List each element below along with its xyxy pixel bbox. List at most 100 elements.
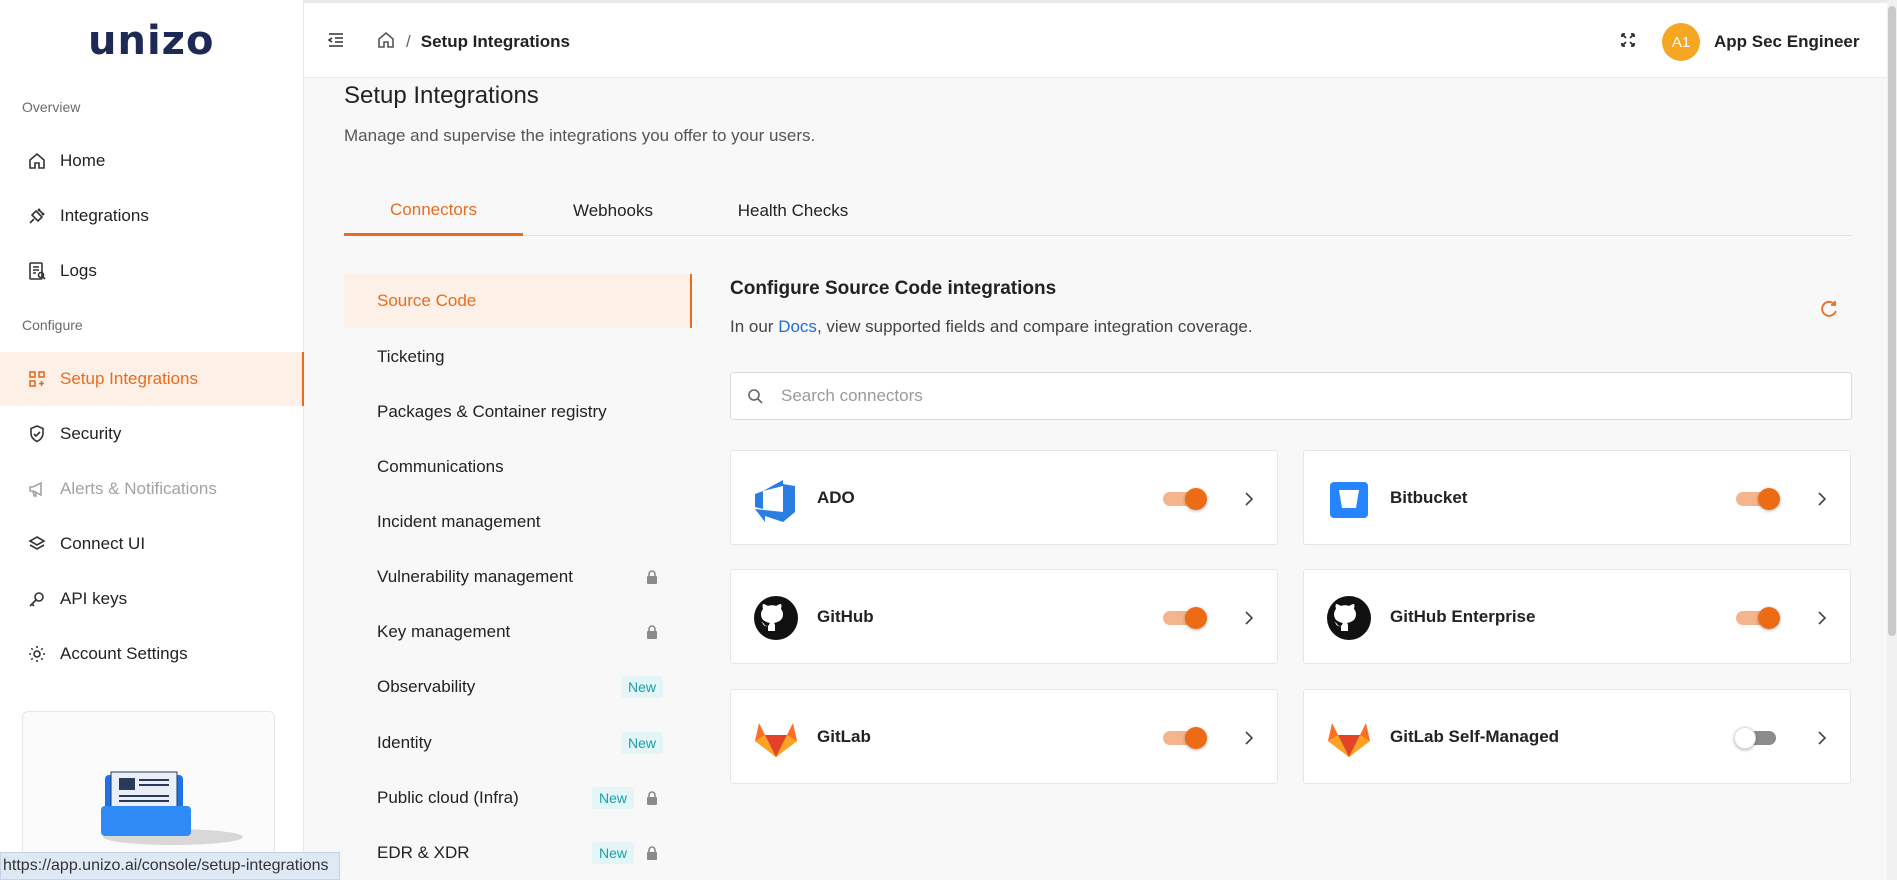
breadcrumb: / Setup Integrations — [376, 3, 570, 81]
collapse-sidebar-button[interactable] — [326, 3, 346, 81]
toggle-knob — [1758, 488, 1780, 510]
tab-health-checks[interactable]: Health Checks — [703, 186, 883, 236]
category-incident-management[interactable]: Incident management — [344, 495, 692, 549]
category-key-management[interactable]: Key management — [344, 605, 692, 659]
sidebar-item-label: Account Settings — [60, 644, 188, 663]
plug-icon — [26, 205, 48, 227]
docs-link[interactable]: Docs — [778, 317, 817, 336]
category-label: Vulnerability management — [377, 567, 573, 586]
gitlab-icon — [1328, 723, 1370, 757]
sidebar-item-home[interactable]: Home — [0, 134, 304, 188]
search-input[interactable] — [781, 386, 1781, 406]
sidebar-item-label: Security — [60, 424, 122, 443]
category-label: Source Code — [377, 291, 477, 310]
chevron-right-icon[interactable] — [1239, 728, 1259, 748]
connector-card-gitlab-self-managed[interactable]: GitLab Self-Managed — [1303, 689, 1851, 784]
user-menu[interactable]: A1 App Sec Engineer — [1662, 3, 1859, 81]
toggle-knob — [1185, 607, 1207, 629]
category-label: Packages & Container registry — [377, 402, 607, 421]
fullscreen-button[interactable] — [1618, 3, 1638, 81]
category-label: Identity — [377, 733, 432, 752]
toggle-knob — [1185, 727, 1207, 749]
desc-prefix: In our — [730, 317, 779, 336]
category-ticketing[interactable]: Ticketing — [344, 330, 692, 384]
shield-icon — [26, 423, 48, 445]
github-icon — [1327, 596, 1371, 640]
new-badge: New — [592, 842, 635, 864]
sidebar-item-label: Integrations — [60, 206, 149, 225]
sidebar-item-connect-ui[interactable]: Connect UI — [0, 517, 304, 571]
sidebar-item-setup-integrations[interactable]: Setup Integrations — [0, 352, 304, 406]
desc-suffix: , view supported fields and compare inte… — [816, 317, 1253, 336]
category-label: Incident management — [377, 512, 541, 531]
gear-icon — [26, 643, 48, 665]
gitlab-icon — [755, 723, 797, 757]
chevron-right-icon[interactable] — [1812, 728, 1832, 748]
scrollbar-thumb[interactable] — [1888, 6, 1896, 636]
connector-card-bitbucket[interactable]: Bitbucket — [1303, 450, 1851, 545]
category-label: Ticketing — [377, 347, 445, 366]
chevron-right-icon[interactable] — [1239, 608, 1259, 628]
key-icon — [26, 588, 48, 610]
chevron-right-icon[interactable] — [1812, 489, 1832, 509]
connector-card-github[interactable]: GitHub — [730, 569, 1278, 664]
toggle-knob — [1185, 488, 1207, 510]
refresh-icon[interactable] — [1818, 298, 1840, 320]
connector-name: GitLab Self-Managed — [1390, 726, 1560, 746]
top-bar: / Setup Integrations A1 App Sec Engineer — [304, 0, 1897, 78]
sidebar-item-security[interactable]: Security — [0, 407, 304, 461]
app-logo[interactable]: unizo — [88, 18, 214, 64]
chevron-right-icon[interactable] — [1239, 489, 1259, 509]
chevron-right-icon[interactable] — [1812, 608, 1832, 628]
user-name: App Sec Engineer — [1714, 32, 1860, 51]
category-source-code[interactable]: Source Code — [344, 274, 692, 328]
page-scrollbar[interactable] — [1887, 0, 1897, 880]
lock-icon — [647, 791, 657, 805]
sidebar-item-label: Setup Integrations — [60, 369, 198, 388]
link-status-url: https://app.unizo.ai/console/setup-integ… — [0, 852, 340, 880]
new-badge: New — [621, 676, 664, 698]
connector-toggle[interactable] — [1163, 727, 1207, 749]
category-observability[interactable]: Observability New — [344, 660, 692, 714]
sidebar-item-alerts[interactable]: Alerts & Notifications — [0, 462, 304, 516]
sidebar-item-api-keys[interactable]: API keys — [0, 572, 304, 626]
category-packages[interactable]: Packages & Container registry — [344, 385, 692, 439]
search-icon — [748, 389, 763, 404]
category-label: Public cloud (Infra) — [377, 788, 519, 807]
menu-collapse-icon — [326, 30, 346, 55]
category-public-cloud[interactable]: Public cloud (Infra) New — [344, 771, 692, 825]
home-icon[interactable] — [376, 30, 396, 55]
section-label-overview: Overview — [22, 99, 81, 115]
connector-toggle[interactable] — [1734, 727, 1780, 749]
tab-webhooks[interactable]: Webhooks — [523, 186, 703, 236]
connector-toggle[interactable] — [1736, 488, 1780, 510]
category-label: EDR & XDR — [377, 843, 470, 862]
sidebar-item-label: Logs — [60, 261, 97, 280]
sidebar-item-label: Alerts & Notifications — [60, 479, 217, 498]
sidebar-item-integrations[interactable]: Integrations — [0, 189, 304, 243]
page-title: Setup Integrations — [344, 82, 539, 109]
toggle-knob — [1758, 607, 1780, 629]
new-badge: New — [621, 732, 664, 754]
category-label: Communications — [377, 457, 504, 476]
sidebar-item-account-settings[interactable]: Account Settings — [0, 627, 304, 681]
connector-card-ado[interactable]: ADO — [730, 450, 1278, 545]
category-vulnerability-management[interactable]: Vulnerability management — [344, 550, 692, 604]
azure-devops-icon — [755, 480, 795, 522]
breadcrumb-separator: / — [406, 32, 411, 51]
category-edr-xdr[interactable]: EDR & XDR New — [344, 826, 692, 880]
category-communications[interactable]: Communications — [344, 440, 692, 494]
search-box — [730, 372, 1852, 420]
connector-card-github-enterprise[interactable]: GitHub Enterprise — [1303, 569, 1851, 664]
grid-icon — [26, 368, 48, 390]
connector-toggle[interactable] — [1163, 607, 1207, 629]
tab-connectors[interactable]: Connectors — [344, 186, 523, 236]
github-icon — [754, 596, 798, 640]
connector-toggle[interactable] — [1736, 607, 1780, 629]
connector-card-gitlab[interactable]: GitLab — [730, 689, 1278, 784]
connector-toggle[interactable] — [1163, 488, 1207, 510]
category-identity[interactable]: Identity New — [344, 716, 692, 770]
tabs: Connectors Webhooks Health Checks — [344, 186, 1852, 236]
lock-icon — [647, 625, 657, 639]
sidebar-item-logs[interactable]: Logs — [0, 244, 304, 298]
